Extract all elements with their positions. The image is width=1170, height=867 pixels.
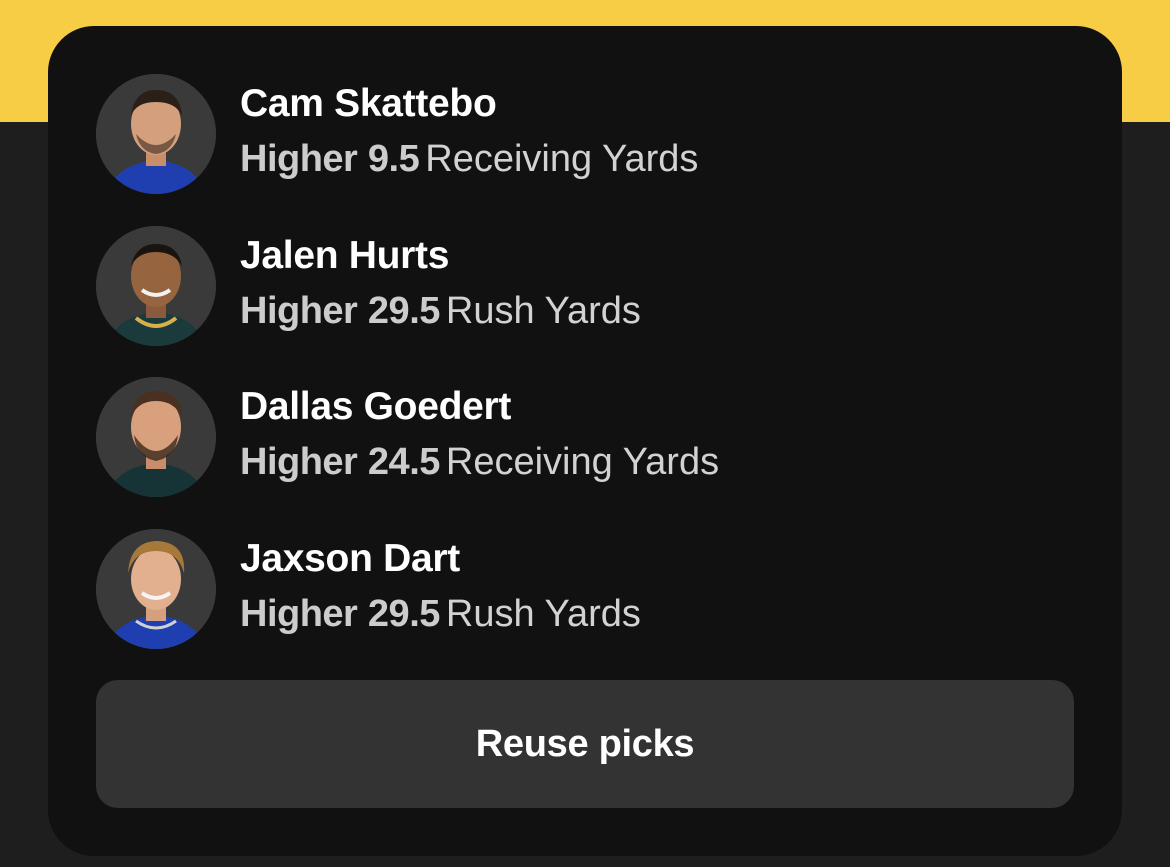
pick-line: Higher 9.5 Receiving Yards bbox=[240, 138, 698, 181]
pick-stat: Rush Yards bbox=[445, 290, 641, 332]
pick-value: 24.5 bbox=[367, 441, 440, 483]
player-name: Dallas Goedert bbox=[240, 385, 512, 428]
pick-direction: Higher bbox=[240, 138, 358, 180]
pick-line: Higher 29.5 Rush Yards bbox=[240, 290, 641, 333]
pick-row: Jaxson Dart Higher 29.5 Rush Yards bbox=[96, 529, 1076, 651]
pick-value: 9.5 bbox=[367, 138, 420, 180]
pick-value: 29.5 bbox=[367, 290, 440, 332]
pick-row: Jalen Hurts Higher 29.5 Rush Yards bbox=[96, 226, 1076, 348]
player-name: Jalen Hurts bbox=[240, 234, 450, 277]
player-headshot-icon bbox=[96, 74, 216, 194]
pick-line: Higher 24.5 Receiving Yards bbox=[240, 441, 719, 484]
player-headshot-icon bbox=[96, 226, 216, 346]
player-headshot-icon bbox=[96, 377, 216, 497]
picks-card: Cam Skattebo Higher 9.5 Receiving Yards J… bbox=[48, 26, 1122, 856]
pick-stat: Receiving Yards bbox=[445, 441, 720, 483]
pick-stat: Rush Yards bbox=[445, 593, 641, 635]
player-name: Jaxson Dart bbox=[240, 537, 460, 580]
pick-value: 29.5 bbox=[367, 593, 440, 635]
player-headshot-icon bbox=[96, 529, 216, 649]
player-name: Cam Skattebo bbox=[240, 82, 497, 125]
pick-row: Cam Skattebo Higher 9.5 Receiving Yards bbox=[96, 74, 1076, 196]
pick-direction: Higher bbox=[240, 290, 358, 332]
player-avatar bbox=[96, 529, 216, 649]
pick-line: Higher 29.5 Rush Yards bbox=[240, 593, 641, 636]
pick-row: Dallas Goedert Higher 24.5 Receiving Yard… bbox=[96, 377, 1076, 499]
reuse-picks-button[interactable]: Reuse picks bbox=[96, 680, 1074, 808]
player-avatar bbox=[96, 226, 216, 346]
player-avatar bbox=[96, 377, 216, 497]
player-avatar bbox=[96, 74, 216, 194]
pick-stat: Receiving Yards bbox=[425, 138, 699, 180]
pick-direction: Higher bbox=[240, 441, 358, 483]
pick-direction: Higher bbox=[240, 593, 358, 635]
